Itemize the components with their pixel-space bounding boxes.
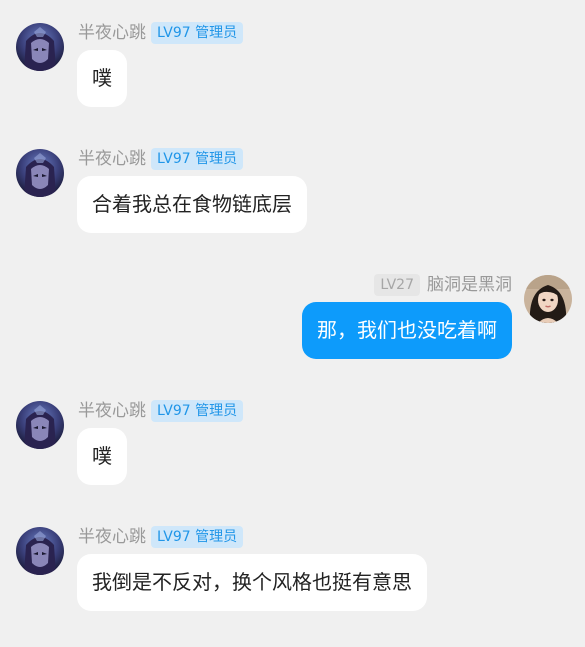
sender-name[interactable]: 半夜心跳 [78,22,146,44]
role-label: 管理员 [195,151,238,167]
message-bubble[interactable]: 噗 [77,50,127,107]
avatar-dark-character[interactable] [16,23,64,71]
level-role-badge: LV97 管理员 [151,400,244,422]
sender-name[interactable]: 半夜心跳 [78,148,146,170]
message-bubble[interactable]: 合着我总在食物链底层 [77,176,307,233]
message-bubble[interactable]: 我倒是不反对，换个风格也挺有意思 [77,554,427,611]
sender-line: LV27 脑洞是黑洞 [374,274,512,296]
sender-name[interactable]: 半夜心跳 [78,400,146,422]
level-label: LV97 [157,403,191,419]
sender-line: 半夜心跳 LV97 管理员 [78,22,244,44]
level-label: LV97 [157,529,191,545]
sender-name[interactable]: 半夜心跳 [78,526,146,548]
avatar-dark-character[interactable] [16,527,64,575]
level-badge: LV27 [374,274,420,296]
role-label: 管理员 [195,403,238,419]
role-label: 管理员 [195,529,238,545]
sender-line: 半夜心跳 LV97 管理员 [78,526,244,548]
level-role-badge: LV97 管理员 [151,526,244,548]
avatar-dark-character[interactable] [16,401,64,449]
level-role-badge: LV97 管理员 [151,148,244,170]
level-label: LV97 [157,25,191,41]
message-bubble[interactable]: 噗 [77,428,127,485]
level-label: LV97 [157,151,191,167]
avatar-girl-portrait[interactable] [524,275,572,323]
role-label: 管理员 [195,25,238,41]
sender-name[interactable]: 脑洞是黑洞 [427,274,512,296]
level-role-badge: LV97 管理员 [151,22,244,44]
message-bubble[interactable]: 那，我们也没吃着啊 [302,302,512,359]
avatar-dark-character[interactable] [16,149,64,197]
sender-line: 半夜心跳 LV97 管理员 [78,148,244,170]
sender-line: 半夜心跳 LV97 管理员 [78,400,244,422]
